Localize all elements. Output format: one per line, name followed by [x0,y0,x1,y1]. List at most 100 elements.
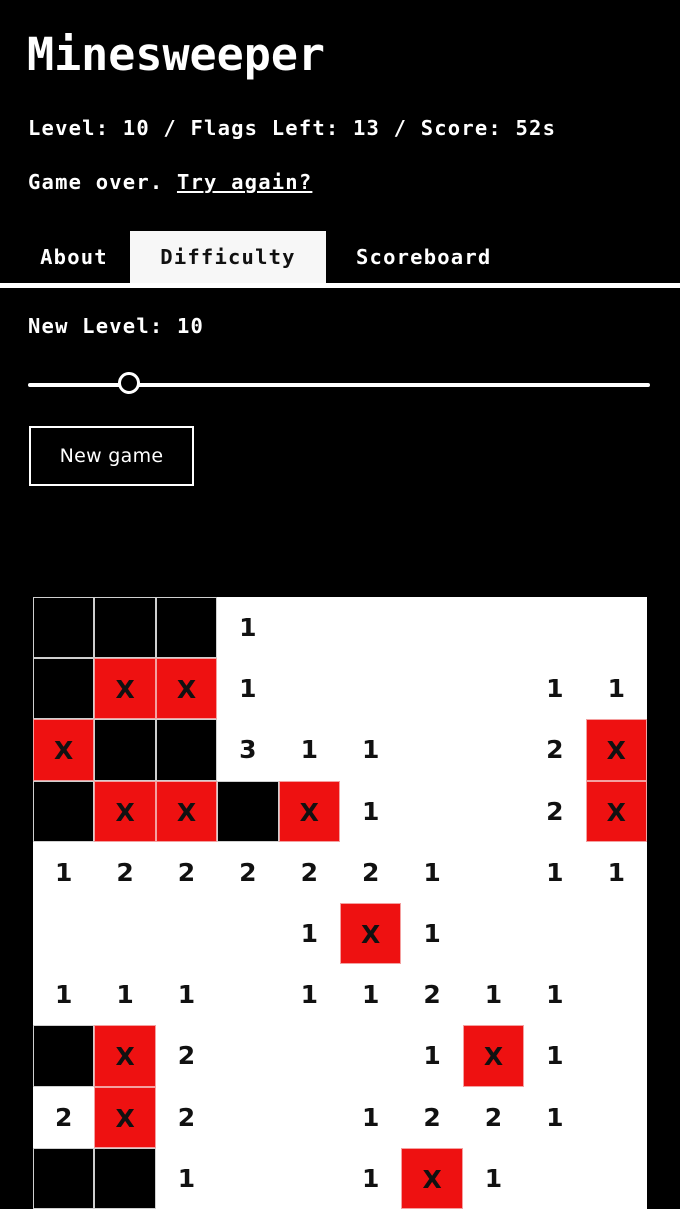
cell-3-4: 3 [217,719,279,781]
cell-10-5 [278,1147,340,1209]
cell-10-9 [524,1147,586,1209]
minesweeper-board[interactable]: 1XX111X3112XXXX12X1222221111X111111211X2… [33,597,647,1209]
cell-9-6: 1 [340,1086,402,1148]
cell-7-10 [585,964,647,1026]
cell-6-7: 1 [401,902,463,965]
cell-4-3: X [155,780,218,842]
cell-5-7: 1 [401,841,463,903]
cell-3-9: 2 [524,719,586,781]
cell-4-1[interactable] [33,780,95,842]
cell-8-2: X [94,1025,156,1087]
cell-8-9: 1 [524,1025,586,1087]
cell-7-4 [217,964,279,1026]
cell-3-10: X [585,719,647,781]
cell-2-1[interactable] [33,658,95,720]
cell-6-6: X [340,902,402,965]
cell-8-1[interactable] [33,1025,95,1087]
cell-1-1[interactable] [33,597,95,659]
cell-9-3: 2 [155,1086,218,1148]
cell-8-10 [585,1025,647,1087]
cell-4-6: 1 [340,780,402,842]
cell-4-9: 2 [524,780,586,842]
cell-1-10 [585,597,647,659]
cell-6-9 [524,902,586,965]
cell-2-9: 1 [524,658,586,720]
cell-1-2[interactable] [94,597,156,659]
board-row: 11X1 [33,1147,647,1209]
cell-1-8 [462,597,525,659]
status-line: Level: 10 / Flags Left: 13 / Score: 52s [28,116,557,140]
cell-2-4: 1 [217,658,279,720]
cell-5-5: 2 [278,841,340,903]
cell-10-2[interactable] [94,1147,156,1209]
tab-scoreboard[interactable]: Scoreboard [342,231,538,283]
cell-1-6 [340,597,402,659]
cell-9-9: 1 [524,1086,586,1148]
cell-3-6: 1 [340,719,402,781]
cell-2-8 [462,658,525,720]
cell-9-2: X [94,1086,156,1148]
cell-1-7 [401,597,463,659]
cell-3-3[interactable] [155,719,218,781]
board-row: X3112X [33,719,647,781]
cell-1-5 [278,597,340,659]
cell-6-5: 1 [278,902,340,965]
cell-7-9: 1 [524,964,586,1026]
new-game-button[interactable]: New game [29,426,194,486]
minesweeper-app: Minesweeper Level: 10 / Flags Left: 13 /… [0,0,680,1209]
cell-10-4 [217,1147,279,1209]
cell-3-1: X [33,719,95,781]
cell-1-3[interactable] [155,597,218,659]
cell-7-6: 1 [340,964,402,1026]
game-over-text: Game over. [28,170,177,194]
cell-9-4 [217,1086,279,1148]
slider-thumb[interactable] [118,372,140,394]
cell-4-2: X [94,780,156,842]
cell-8-4 [217,1025,279,1087]
cell-10-8: 1 [462,1147,525,1209]
cell-6-3 [155,902,218,965]
cell-4-4[interactable] [217,780,279,842]
cell-2-7 [401,658,463,720]
tab-bar: About Difficulty Scoreboard [0,231,680,283]
cell-7-3: 1 [155,964,218,1026]
cell-7-8: 1 [462,964,525,1026]
cell-8-6 [340,1025,402,1087]
cell-4-10: X [585,780,647,842]
cell-5-10: 1 [585,841,647,903]
cell-6-1 [33,902,95,965]
cell-8-8: X [462,1025,525,1087]
cell-9-5 [278,1086,340,1148]
cell-9-10 [585,1086,647,1148]
cell-7-5: 1 [278,964,340,1026]
cell-5-4: 2 [217,841,279,903]
tab-about[interactable]: About [18,231,130,283]
cell-10-6: 1 [340,1147,402,1209]
cell-9-8: 2 [462,1086,525,1148]
cell-7-7: 2 [401,964,463,1026]
cell-2-5 [278,658,340,720]
cell-6-2 [94,902,156,965]
cell-5-3: 2 [155,841,218,903]
board-row: 2X21221 [33,1086,647,1148]
new-level-slider[interactable] [28,372,650,398]
cell-3-8 [462,719,525,781]
game-over-message: Game over. Try again? [28,170,312,194]
cell-8-7: 1 [401,1025,463,1087]
board-row: 122222111 [33,841,647,903]
cell-3-5: 1 [278,719,340,781]
cell-10-3: 1 [155,1147,218,1209]
cell-4-7 [401,780,463,842]
cell-6-8 [462,902,525,965]
tab-difficulty[interactable]: Difficulty [130,231,326,283]
try-again-link[interactable]: Try again? [177,170,312,194]
cell-10-1[interactable] [33,1147,95,1209]
board-row: 1 [33,597,647,659]
cell-6-4 [217,902,279,965]
board-row: XXX12X [33,780,647,842]
cell-5-9: 1 [524,841,586,903]
cell-3-2[interactable] [94,719,156,781]
board-row: 1X1 [33,902,647,965]
cell-2-10: 1 [585,658,647,720]
cell-9-1: 2 [33,1086,95,1148]
